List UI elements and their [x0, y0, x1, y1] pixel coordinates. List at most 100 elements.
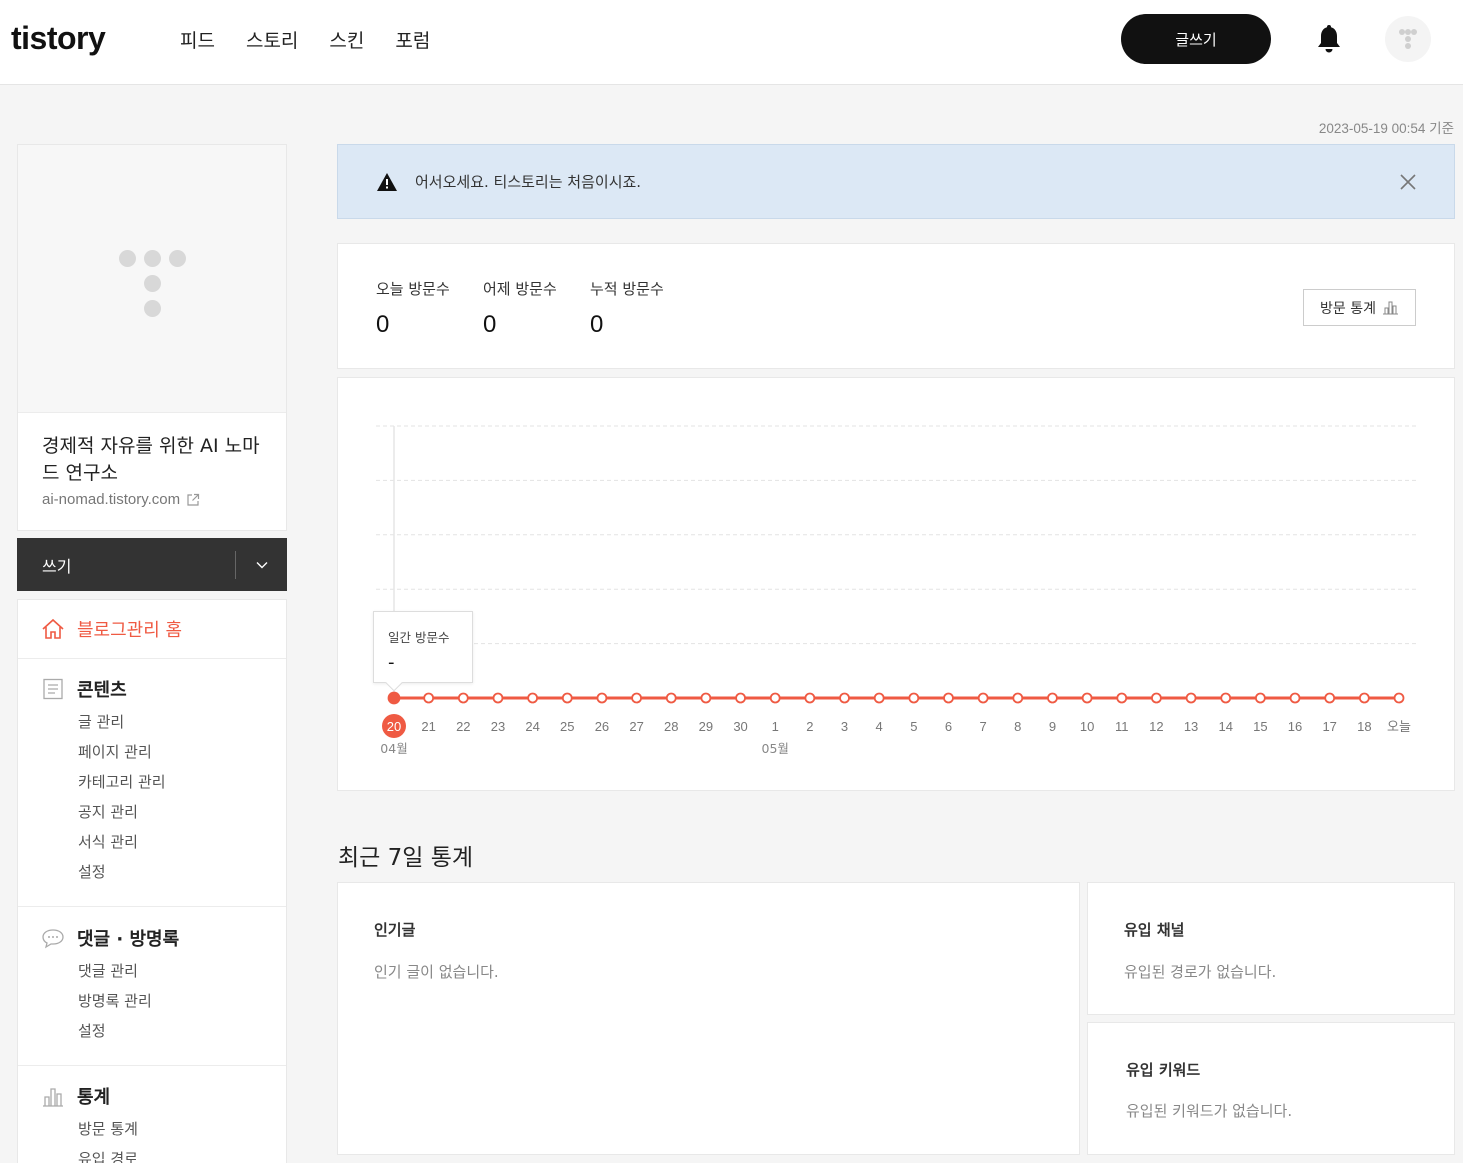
main-nav: 피드 스토리 스킨 포럼 — [180, 26, 430, 53]
stats-timestamp: 2023-05-19 00:54 기준 — [1318, 121, 1454, 136]
yesterday-visits: 어제 방문수 0 — [483, 278, 557, 339]
referrer-keyword-card: 유입 키워드 유입된 키워드가 없습니다. — [1087, 1022, 1455, 1155]
x-tick-label: 1 — [772, 719, 779, 734]
data-point — [1324, 692, 1336, 704]
welcome-alert: 어서오세요. 티스토리는 처음이시죠. — [337, 144, 1455, 219]
bell-icon[interactable] — [1315, 24, 1343, 54]
x-tick-label: 7 — [980, 719, 987, 734]
sidebar-item-comments[interactable]: 댓글 관리 — [18, 956, 286, 986]
x-tick-label: 17 — [1322, 719, 1336, 734]
tooltip-title: 일간 방문수 — [388, 630, 450, 645]
sidebar-section-content-header[interactable]: 콘텐츠 — [18, 671, 286, 707]
write-options-toggle[interactable] — [236, 538, 287, 591]
sidebar-section-content: 콘텐츠 글 관리 페이지 관리 카테고리 관리 공지 관리 서식 관리 설정 — [18, 671, 286, 907]
total-visits-value: 0 — [590, 311, 604, 338]
sidebar-item-referrers[interactable]: 유입 경로 — [18, 1144, 286, 1163]
chevron-down-icon — [256, 561, 267, 568]
x-tick-label: 12 — [1149, 719, 1163, 734]
x-tick-label: 13 — [1184, 719, 1198, 734]
x-tick-label: 18 — [1357, 719, 1371, 734]
recent-stats-title: 최근 7일 통계 — [338, 845, 474, 871]
x-tick-label: 26 — [595, 719, 609, 734]
warning-icon — [377, 172, 397, 191]
sidebar-menu: 블로그관리 홈 콘텐츠 글 관리 페이지 관리 카테고리 관리 공지 관리 서식… — [17, 599, 287, 1163]
blog-title[interactable]: 경제적 자유를 위한 AI 노마드 연구소 — [42, 433, 272, 487]
x-tick-label: 9 — [1049, 719, 1056, 734]
sidebar-write-button[interactable]: 쓰기 — [17, 538, 235, 591]
chart-canvas: 20 21 22 23 24 25 26 27 28 29 30 1 2 3 4 5 6 7 8 9 10 11 12 13 1… — [376, 425, 1416, 756]
data-point — [943, 692, 954, 704]
close-icon[interactable] — [1398, 172, 1418, 192]
sidebar-section-title: 콘텐츠 — [77, 680, 127, 701]
data-point — [423, 692, 435, 704]
data-point — [1116, 692, 1128, 704]
sidebar-section-title: 통계 — [77, 1087, 111, 1108]
x-tick-label: 14 — [1218, 719, 1232, 734]
popular-posts-title: 인기글 — [374, 921, 416, 939]
popular-posts-empty: 인기 글이 없습니다. — [374, 963, 499, 981]
data-point — [700, 692, 712, 704]
visit-stats-button[interactable]: 방문 통계 — [1303, 289, 1416, 326]
sidebar-item-templates[interactable]: 서식 관리 — [18, 827, 286, 857]
top-header: tistory 피드 스토리 스킨 포럼 글쓰기 — [0, 0, 1463, 85]
data-point — [804, 692, 816, 704]
today-visits: 오늘 방문수 0 — [376, 278, 450, 339]
data-point — [561, 692, 573, 704]
x-tick-label: 25 — [560, 719, 574, 734]
sidebar-item-notices[interactable]: 공지 관리 — [18, 797, 286, 827]
sidebar-item-categories[interactable]: 카테고리 관리 — [18, 767, 286, 797]
nav-item-forum[interactable]: 포럼 — [395, 26, 430, 53]
sidebar-section-comments-header[interactable]: 댓글 · 방명록 — [18, 920, 286, 956]
x-month-label: 04월 — [380, 741, 407, 756]
data-point — [839, 692, 850, 704]
x-tick-label: 21 — [421, 719, 435, 734]
profile-avatar[interactable] — [1385, 16, 1431, 62]
tistory-logo[interactable]: tistory — [11, 20, 106, 57]
today-visits-label: 오늘 방문수 — [376, 280, 450, 298]
x-tick-label: 28 — [664, 719, 678, 734]
tooltip-value: - — [388, 652, 395, 673]
visit-stats-button-label: 방문 통계 — [1320, 300, 1376, 317]
blog-url-text: ai-nomad.tistory.com — [42, 491, 181, 508]
x-tick-label: 24 — [525, 719, 539, 734]
bar-chart-icon — [43, 1088, 63, 1107]
write-post-button[interactable]: 글쓰기 — [1121, 14, 1271, 64]
data-point — [1220, 692, 1232, 704]
x-tick-label: 4 — [876, 719, 883, 734]
x-tick-label: 3 — [841, 719, 848, 734]
blog-url-link[interactable]: ai-nomad.tistory.com — [42, 491, 200, 508]
document-icon — [43, 678, 63, 700]
x-tick-label: 5 — [910, 719, 917, 734]
sidebar-item-pages[interactable]: 페이지 관리 — [18, 737, 286, 767]
alert-message: 어서오세요. 티스토리는 처음이시죠. — [415, 173, 642, 191]
nav-item-feed[interactable]: 피드 — [180, 26, 215, 53]
sidebar-item-home-label: 블로그관리 홈 — [77, 620, 183, 641]
sidebar-item-guestbook[interactable]: 방명록 관리 — [18, 986, 286, 1016]
nav-item-skin[interactable]: 스킨 — [329, 26, 364, 53]
x-tick-label: 16 — [1288, 719, 1302, 734]
x-tick-label: 10 — [1080, 719, 1094, 734]
today-visits-value: 0 — [376, 311, 390, 338]
data-point — [1012, 692, 1024, 704]
sidebar-section-stats-header[interactable]: 통계 — [18, 1078, 286, 1114]
external-link-icon — [187, 493, 200, 506]
data-point — [769, 692, 781, 704]
chart-tooltip: 일간 방문수 - — [373, 611, 473, 692]
sidebar-item-comment-settings[interactable]: 설정 — [18, 1016, 286, 1046]
referrer-channel-empty: 유입된 경로가 없습니다. — [1124, 963, 1277, 981]
x-tick-label: 15 — [1253, 719, 1267, 734]
data-point — [1047, 692, 1058, 704]
data-point — [977, 692, 989, 704]
sidebar-item-posts[interactable]: 글 관리 — [18, 707, 286, 737]
x-tick-label: 23 — [491, 719, 505, 734]
sidebar-item-content-settings[interactable]: 설정 — [18, 857, 286, 887]
sidebar-item-visit-stats[interactable]: 방문 통계 — [18, 1114, 286, 1144]
nav-item-story[interactable]: 스토리 — [246, 26, 298, 53]
data-point — [457, 692, 469, 704]
data-point — [1185, 692, 1197, 704]
yesterday-visits-label: 어제 방문수 — [483, 280, 557, 298]
sidebar-item-home[interactable]: 블로그관리 홈 — [18, 600, 286, 659]
data-point — [1393, 692, 1405, 704]
x-tick-label: 8 — [1014, 719, 1021, 734]
blog-profile-image[interactable] — [18, 145, 286, 413]
